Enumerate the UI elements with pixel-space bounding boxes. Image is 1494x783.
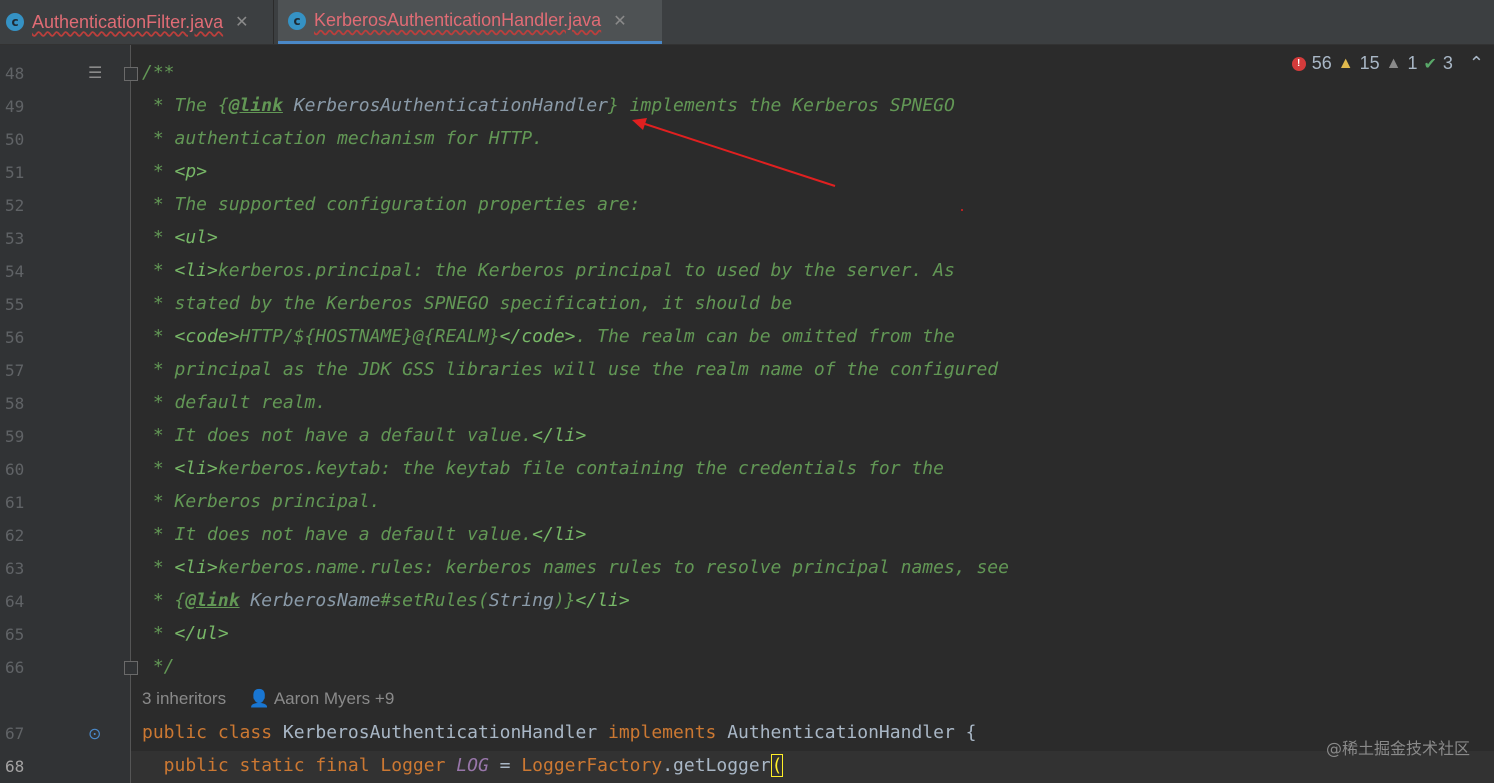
annotation-dot	[961, 209, 963, 211]
annotation-arrow	[632, 118, 963, 211]
arrow-head	[632, 118, 647, 130]
arrow-shaft	[641, 122, 836, 187]
